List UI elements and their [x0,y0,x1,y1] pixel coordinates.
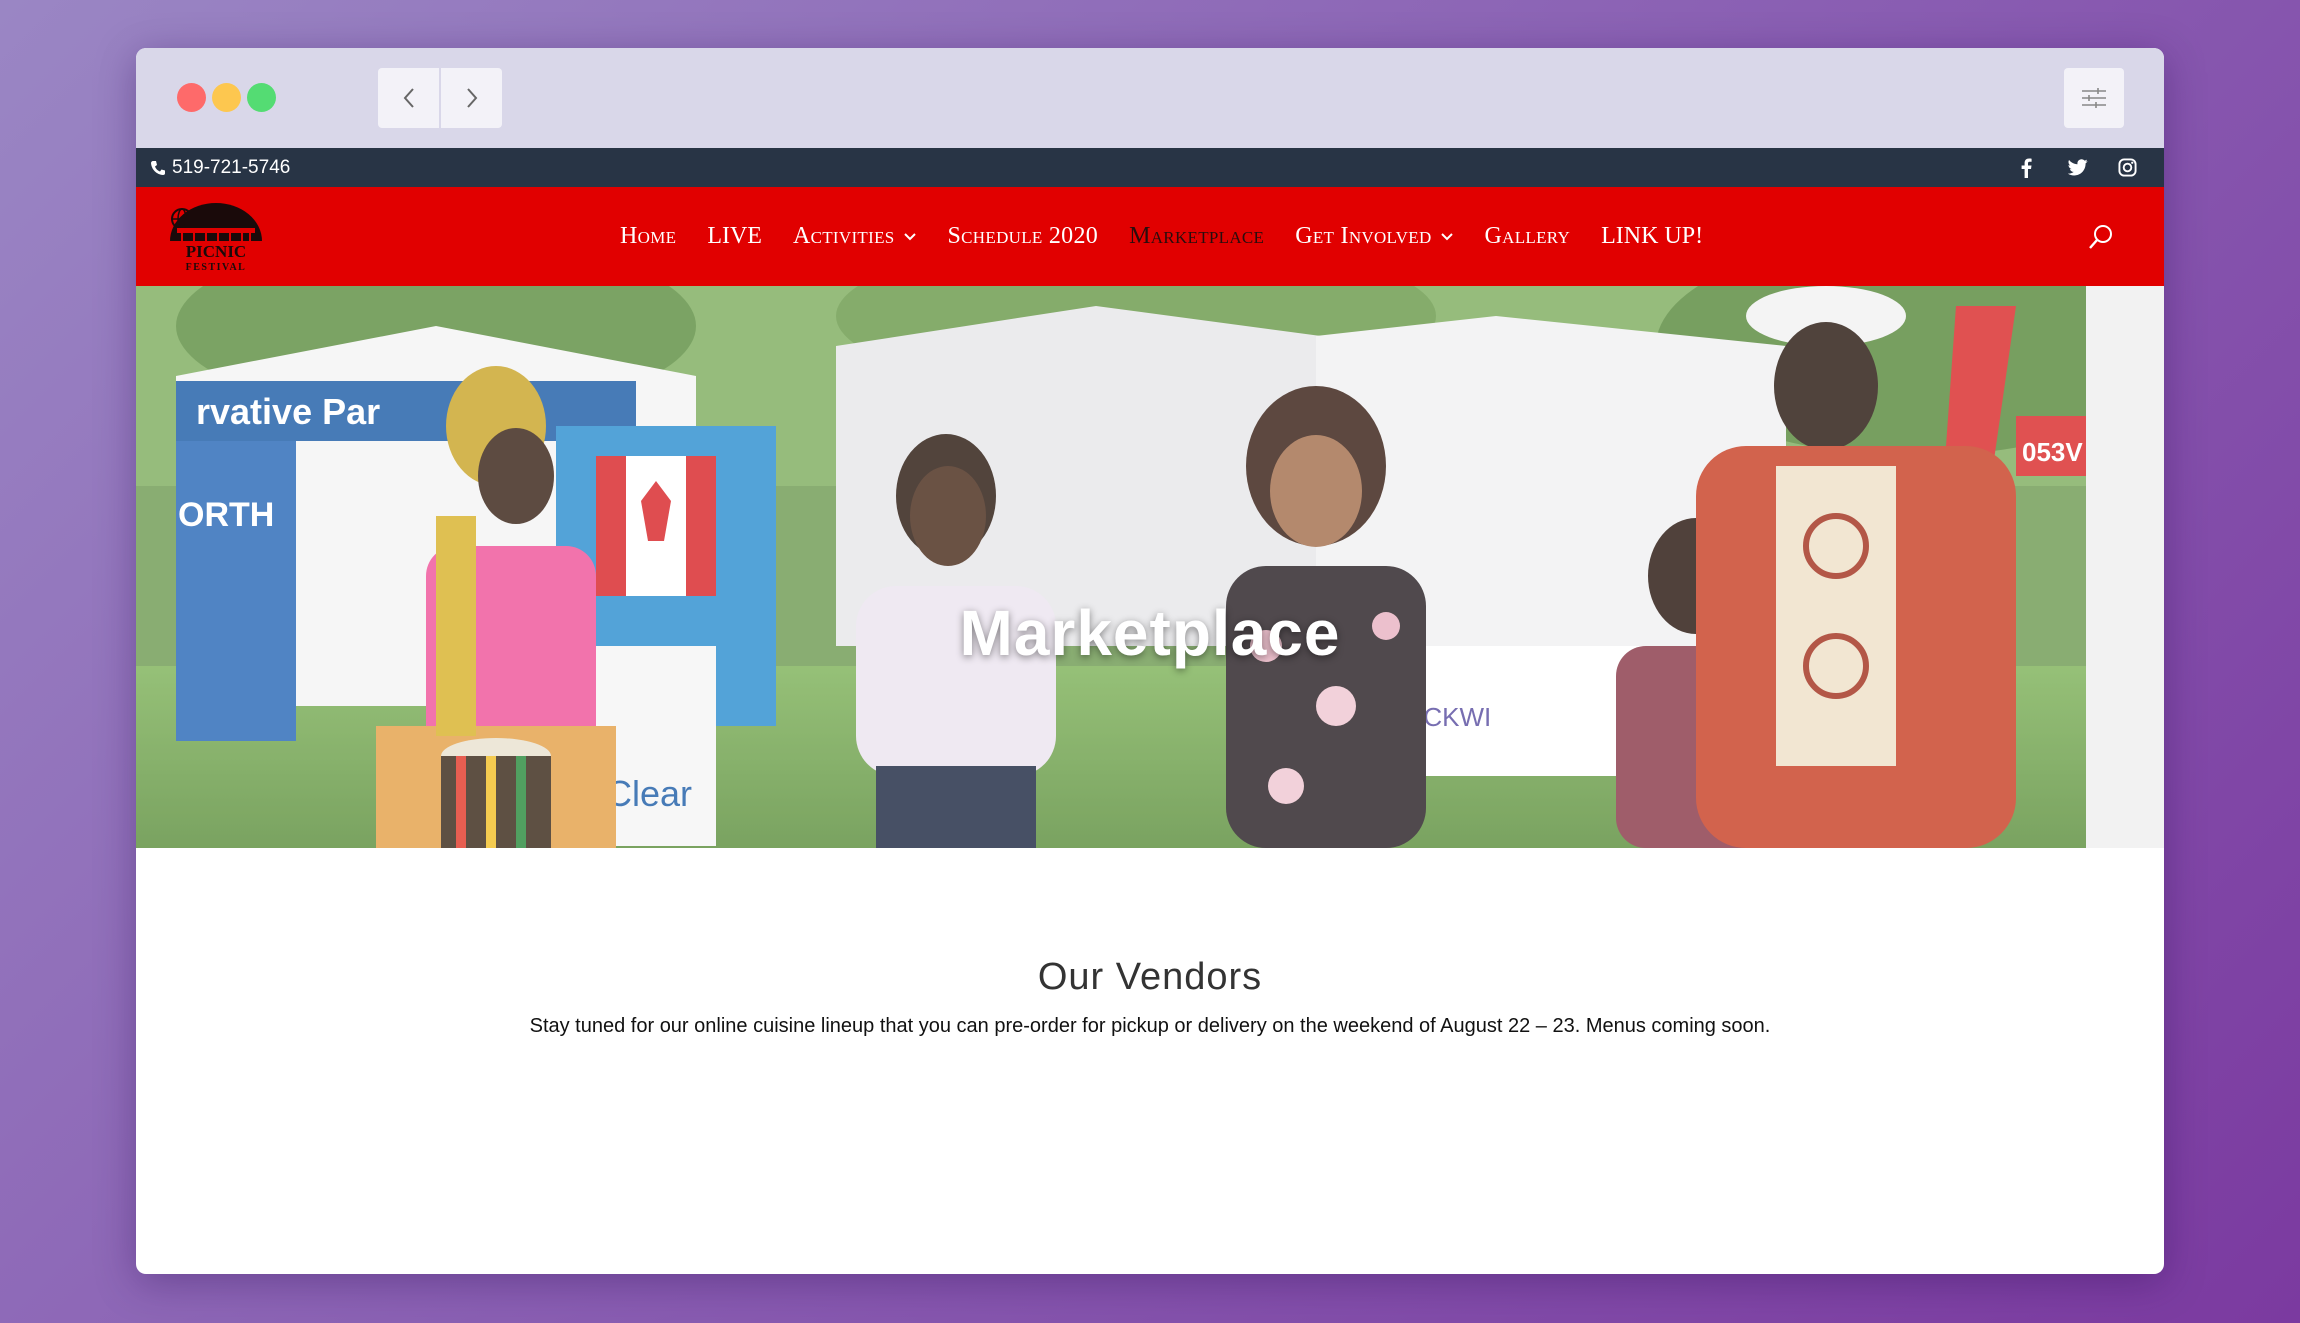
maximize-window-button[interactable] [247,83,276,112]
nav-item-gallery[interactable]: Gallery [1485,223,1571,250]
nav-item-label: Activities [792,223,895,249]
nav-item-home[interactable]: Home [620,223,676,250]
twitter-icon [2068,159,2088,176]
nav-item-live[interactable]: LIVE [707,223,762,250]
hero-title: Marketplace [959,597,1341,669]
nav-item-label: LINK UP! [1601,223,1704,249]
logo-line-1: PICNIC [186,242,246,261]
instagram-link[interactable] [2118,148,2137,187]
phone-contact[interactable]: 519-721-5746 [150,148,290,187]
nav-item-label: Gallery [1484,223,1571,249]
nav-item-get-involved[interactable]: Get Involved [1295,223,1453,250]
nav-item-activities[interactable]: Activities [793,223,917,250]
chevron-left-icon [403,88,414,108]
chevron-down-icon [1440,232,1453,240]
minimize-window-button[interactable] [212,83,241,112]
nav-menu: Home LIVE Activities Schedule 2020 Marke… [620,187,1734,286]
facebook-link[interactable] [2020,148,2032,187]
twitter-link[interactable] [2068,148,2088,187]
back-button[interactable] [378,68,439,128]
top-info-bar: 519-721-5746 [136,148,2164,187]
browser-chrome [136,48,2164,148]
facebook-icon [2021,158,2032,178]
close-window-button[interactable] [177,83,206,112]
hero-photo: rvative Par da ORTH ACKWI 053V Clear [136,286,2164,848]
browser-window: 519-721-5746 PICNIC FESTIVAL Home LIVE A… [136,48,2164,1274]
phone-icon [151,160,165,175]
chevron-right-icon [466,88,477,108]
nav-item-label: Home [620,223,677,249]
chevron-down-icon [903,232,916,240]
nav-item-label: LIVE [707,223,762,249]
search-icon[interactable] [2086,222,2116,252]
main-navigation: PICNIC FESTIVAL Home LIVE Activities Sch… [136,187,2164,286]
hero-banner: rvative Par da ORTH ACKWI 053V Clear [136,286,2164,848]
section-heading: Our Vendors [1037,956,1263,998]
instagram-icon [2118,158,2137,177]
site-logo[interactable]: PICNIC FESTIVAL [164,199,268,275]
nav-item-schedule-2020[interactable]: Schedule 2020 [948,223,1099,250]
nav-item-label: Get Involved [1295,223,1432,249]
phone-number: 519-721-5746 [172,156,291,178]
nav-item-link-up[interactable]: LINK UP! [1601,223,1703,250]
browser-menu-button[interactable] [2064,68,2124,128]
sliders-icon [2082,88,2106,108]
section-description: Stay tuned for our online cuisine lineup… [529,1015,1771,1037]
forward-button[interactable] [441,68,502,128]
nav-item-marketplace[interactable]: Marketplace [1129,223,1264,250]
logo-line-2: FESTIVAL [186,262,247,273]
nav-item-label: Marketplace [1129,223,1265,249]
nav-item-label: Schedule 2020 [947,223,1099,249]
